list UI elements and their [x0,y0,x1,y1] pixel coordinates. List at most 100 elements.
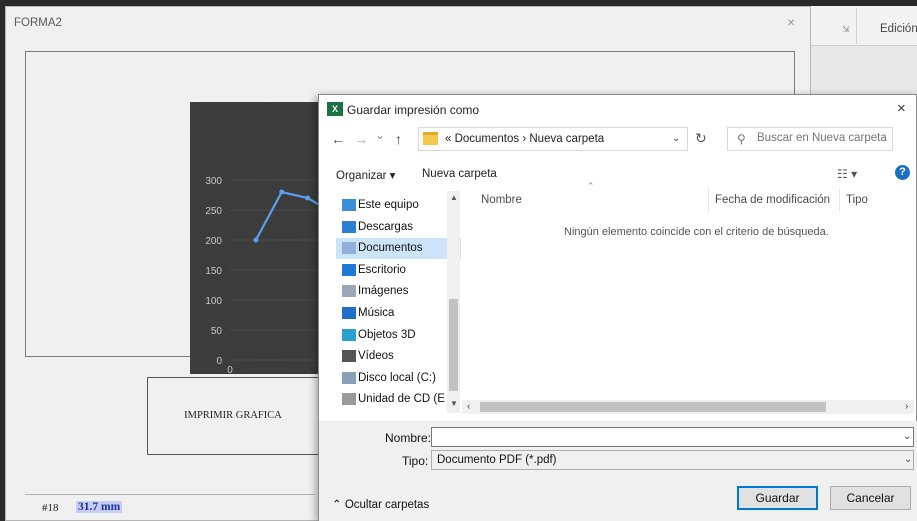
filetype-value: Documento PDF (*.pdf) [437,454,557,466]
music-icon [342,307,356,319]
column-divider[interactable] [839,189,840,211]
chevron-down-icon[interactable]: ⌄ [903,431,911,442]
scroll-thumb[interactable] [480,402,826,412]
sidebar-item-label: Vídeos [358,350,394,363]
address-bar[interactable]: « Documentos › Nueva carpeta ⌄ [418,127,688,151]
navigation-pane: Este equipo Descargas Documentos Escritorio… [336,191,461,413]
filename-label: Nombre: [385,431,432,445]
help-icon[interactable]: ? [895,165,910,180]
sidebar-item-label: Música [358,307,395,319]
print-chart-label: IMPRIMIR GRAFICA [184,410,282,421]
refresh-icon[interactable]: ↻ [695,130,707,147]
column-nombre[interactable]: Nombre [481,194,522,206]
desktop-icon [342,263,356,276]
ribbon-group-edicion[interactable]: Edición [880,23,917,35]
data-point [279,189,285,195]
sidebar-item[interactable]: Vídeos [336,346,461,367]
ribbon-divider [856,8,857,44]
folder-icon [423,132,438,145]
chevron-down-icon[interactable]: ⌄ [904,454,912,465]
sidebar-item[interactable]: Documentos [336,238,461,260]
drive-icon [342,371,356,384]
sort-icon: ⌃ [587,181,595,191]
scroll-thumb[interactable] [449,299,458,391]
empty-message: Ningún elemento coincide con el criterio… [564,226,829,238]
search-icon: ⚲ [737,132,746,146]
y-tick-label: 150 [205,266,222,277]
y-tick-label: 0 [216,356,222,367]
nav-scrollbar[interactable]: ▲ ▼ [447,191,460,413]
column-divider[interactable] [708,189,709,211]
videos-icon [342,350,356,363]
sidebar-item-label: Imágenes [358,285,409,298]
sidebar-item[interactable]: Disco local (C:) [336,368,461,389]
sidebar-item-label: Este equipo [358,199,419,211]
scroll-right-icon[interactable]: › [905,401,908,412]
documents-icon [342,242,356,255]
back-arrow-icon[interactable]: ← [331,131,345,147]
filetype-select[interactable]: Documento PDF (*.pdf) ⌄ [431,450,914,470]
organize-menu[interactable]: Organizar ▾ [336,168,395,182]
images-icon [342,285,356,298]
y-tick-label: 100 [205,296,222,307]
sidebar-item-label: Objetos 3D [358,328,416,341]
hide-folders-toggle[interactable]: ⌃ Ocultar carpetas [332,497,429,511]
save-dialog: X Guardar impresión como × ← → ⌄ ↑ « Doc… [318,94,917,521]
sidebar-item-label: Disco local (C:) [358,371,436,384]
dialog-footer: Nombre: ⌄ Tipo: Documento PDF (*.pdf) ⌄ … [319,421,917,521]
sidebar-item[interactable]: Descargas [336,217,461,238]
computer-icon [342,199,356,211]
filename-input[interactable] [431,427,914,447]
excel-ribbon: ⇲ Edición [808,6,917,46]
row-number: #18 [42,502,59,514]
cancel-button[interactable]: Cancelar [830,486,911,510]
up-arrow-icon[interactable]: ↑ [395,131,402,147]
y-tick-label: 50 [211,326,223,337]
view-options-icon[interactable]: ☷ ▾ [837,167,857,181]
bottom-row: #18 31.7 mm [25,494,315,520]
chevron-down-icon[interactable]: ⌄ [672,133,680,144]
column-fecha[interactable]: Fecha de modificación [715,194,830,206]
y-tick-label: 300 [205,176,222,187]
sidebar-item[interactable]: Este equipo [336,195,461,216]
chevron-down-icon[interactable]: ⌄ [375,128,385,142]
y-tick-label: 250 [205,206,222,217]
scroll-up-icon[interactable]: ▲ [450,193,458,202]
sidebar-item[interactable]: Imágenes [336,281,461,302]
sidebar-item[interactable]: Música [336,303,461,324]
search-box[interactable]: ⚲ [727,127,893,151]
column-tipo[interactable]: Tipo [846,194,868,206]
sidebar-item[interactable]: Objetos 3D [336,325,461,346]
window-title: FORMA2 [14,17,62,29]
scroll-down-icon[interactable]: ▼ [450,399,458,408]
sidebar-item[interactable]: Escritorio [336,260,461,281]
sidebar-item-label: Escritorio [358,263,406,276]
dialog-launcher-icon[interactable]: ⇲ [842,24,850,35]
objects3d-icon [342,328,356,341]
sidebar-item-label: Documentos [358,242,423,255]
data-point [305,195,311,201]
new-folder-button[interactable]: Nueva carpeta [422,168,497,180]
close-icon[interactable]: × [787,14,795,30]
row-value[interactable]: 31.7 mm [76,501,123,513]
sidebar-item-label: Descargas [358,220,413,233]
sidebar-item[interactable]: Unidad de CD (E [336,389,461,410]
excel-icon: X [327,102,343,116]
scroll-left-icon[interactable]: ‹ [467,401,470,412]
search-input[interactable] [757,132,891,144]
screen-frame: ⇲ Edición FORMA2 × 300250200150100500010… [0,0,917,521]
save-button[interactable]: Guardar [737,486,818,510]
download-icon [342,220,356,233]
filetype-label: Tipo: [402,454,429,468]
forward-arrow-icon[interactable]: → [354,131,368,147]
horizontal-scrollbar[interactable]: ‹ › [462,400,914,414]
print-chart-button[interactable]: IMPRIMIR GRAFICA [147,377,319,455]
cd-drive-icon [342,393,356,406]
close-icon[interactable]: × [897,100,906,117]
sidebar-item-label: Unidad de CD (E [358,393,445,406]
breadcrumb[interactable]: « Documentos › Nueva carpeta [445,133,604,145]
data-point [253,237,259,243]
dialog-title: Guardar impresión como [347,103,480,117]
y-tick-label: 200 [205,236,222,247]
x-tick-label: 0 [227,365,233,374]
